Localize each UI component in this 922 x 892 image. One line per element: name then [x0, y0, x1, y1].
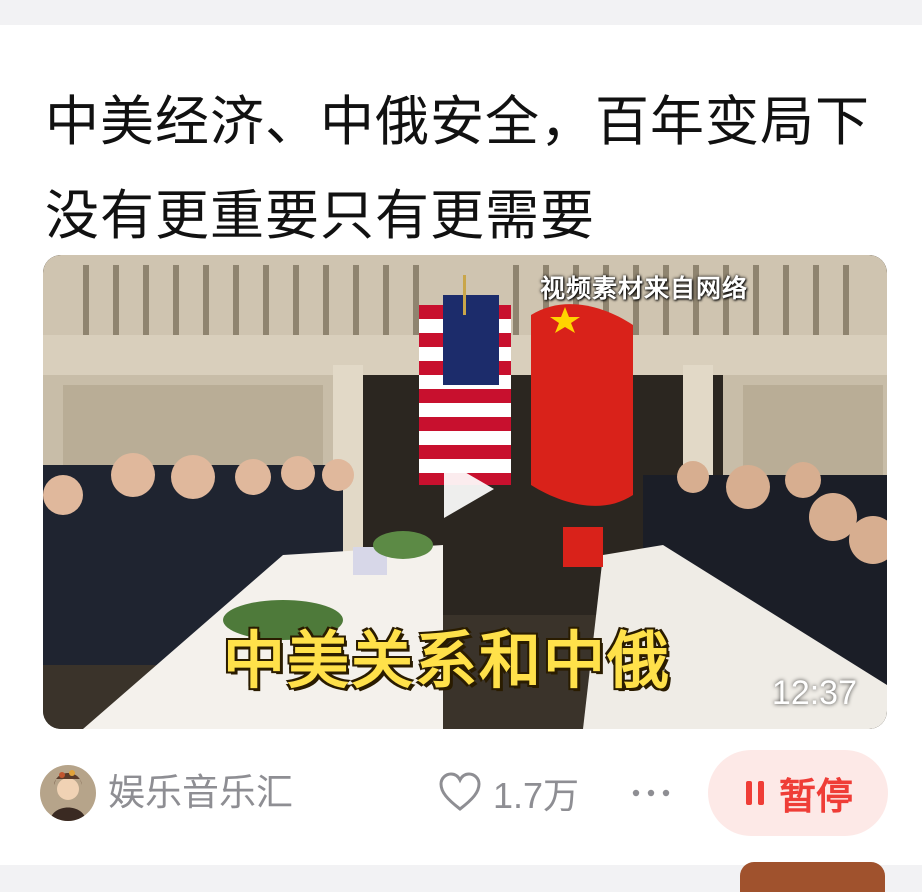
avatar[interactable]: [40, 765, 96, 821]
video-subtitle: 中美关系和中俄: [223, 624, 672, 697]
pause-label: 暂停: [779, 775, 853, 818]
heart-icon: [439, 772, 481, 811]
feed-card[interactable]: 中美经济、中俄安全，百年变局下没有更重要只有更需要 视频素材来自网络 中美关系和…: [0, 25, 922, 865]
more-icon[interactable]: [628, 770, 674, 816]
author-name[interactable]: 娱乐音乐汇: [108, 770, 293, 816]
like-count: 1.7万: [493, 775, 580, 816]
video-watermark: 视频素材来自网络: [540, 274, 749, 303]
pause-icon: [746, 781, 764, 805]
video-duration: 12:37: [771, 674, 857, 712]
pause-button[interactable]: 暂停: [708, 750, 888, 836]
post-meta-bar: 娱乐音乐汇 1.7万 暂停: [0, 750, 922, 840]
video-player[interactable]: 视频素材来自网络 中美关系和中俄 12:37: [43, 255, 887, 729]
avatar-image: [40, 765, 96, 821]
next-card-peek: [740, 862, 885, 892]
like-button[interactable]: 1.7万: [437, 770, 579, 816]
post-title[interactable]: 中美经济、中俄安全，百年变局下没有更重要只有更需要: [45, 75, 885, 263]
play-icon[interactable]: [430, 454, 500, 524]
